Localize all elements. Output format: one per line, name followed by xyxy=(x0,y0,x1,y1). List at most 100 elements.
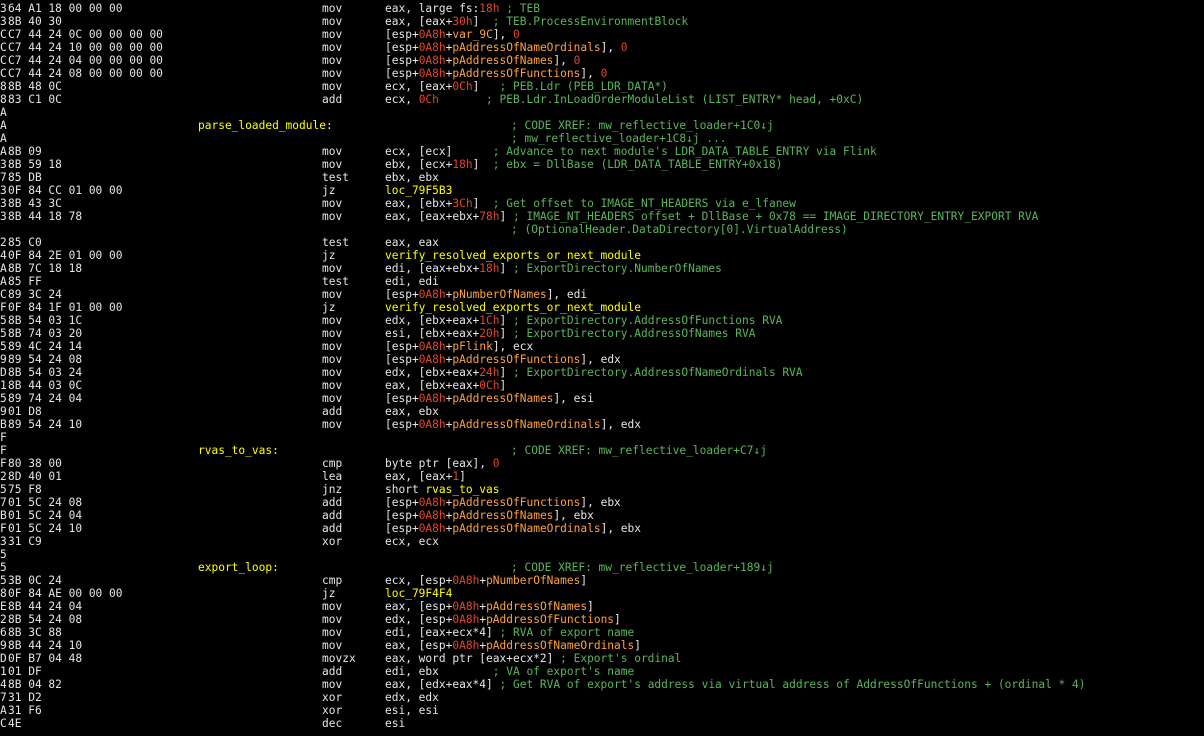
listing-line[interactable]: A xyxy=(0,106,1204,119)
mnemonic: add xyxy=(322,665,343,678)
listing-line[interactable]: 3 8B 43 3C mov eax, [ebx+3Ch] ; Get offset … xyxy=(0,197,1204,210)
listing-line[interactable]: C C7 44 24 10 00 00 00 00 mov [esp+0A8h+pAd… xyxy=(0,41,1204,54)
xref-comment[interactable]: ; CODE XREF: mw_reflective_loader+1C0↓j xyxy=(511,119,774,132)
listing-line[interactable]: 7 01 5C 24 08 add [esp+0A8h+pAddressOfFunct… xyxy=(0,496,1204,509)
listing-line[interactable]: D 8B 54 03 24 mov edx, [ebx+eax+24h] ; Expo… xyxy=(0,366,1204,379)
operand-number: 1Ch xyxy=(479,314,500,327)
listing-line[interactable]: F 80 38 00 cmp byte ptr [eax], 0 xyxy=(0,457,1204,470)
listing-line[interactable]: A 85 FF test edi, edi xyxy=(0,275,1204,288)
operand-variable[interactable]: pAddressOfNameOrdinals xyxy=(452,418,600,431)
operand-variable[interactable]: pNumberOfNames xyxy=(486,574,580,587)
listing-line[interactable]: 5 8B 54 03 1C mov edx, [ebx+eax+1Ch] ; Expo… xyxy=(0,314,1204,327)
listing-line[interactable]: 8 83 C1 0C add ecx, 0Ch ; PEB.Ldr.InLoadOrd… xyxy=(0,93,1204,106)
listing-line[interactable]: 3 8B 59 18 mov ebx, [ecx+18h] ; ebx = DllBa… xyxy=(0,158,1204,171)
xref-comment[interactable]: ; CODE XREF: mw_reflective_loader+189↓j xyxy=(511,561,774,574)
operands: [esp+0A8h+pAddressOfFunctions], ebx xyxy=(385,496,621,509)
operands: eax, word ptr [eax+ecx*2] ; Export's ord… xyxy=(385,652,681,665)
listing-line[interactable]: 3 0F 84 CC 01 00 00 jz loc_79F5B3 xyxy=(0,184,1204,197)
listing-line[interactable]: 3 8B 40 30 mov eax, [eax+30h] ; TEB.Process… xyxy=(0,15,1204,28)
listing-line[interactable]: 5 export_loop: ; CODE XREF: mw_reflective_… xyxy=(0,561,1204,574)
listing-line[interactable]: E 8B 44 24 04 mov eax, [esp+0A8h+pAddressOf… xyxy=(0,600,1204,613)
operand-variable[interactable]: pAddressOfFunctions xyxy=(452,67,580,80)
listing-line[interactable]: 1 8B 44 03 0C mov eax, [ebx+eax+0Ch] xyxy=(0,379,1204,392)
operand-variable[interactable]: pFlink xyxy=(452,340,492,353)
operand-variable[interactable]: pAddressOfFunctions xyxy=(452,353,580,366)
listing-line[interactable]: F xyxy=(0,431,1204,444)
listing-line[interactable]: 2 85 C0 test eax, eax xyxy=(0,236,1204,249)
listing-line[interactable]: F 0F 84 1F 01 00 00 jz verify_resolved_expo… xyxy=(0,301,1204,314)
listing-line[interactable]: 9 89 54 24 08 mov [esp+0A8h+pAddressOfFunct… xyxy=(0,353,1204,366)
operand-number: 78h xyxy=(479,210,500,223)
xref-comment[interactable]: ; CODE XREF: mw_reflective_loader+C7↓j xyxy=(511,444,767,457)
listing-line[interactable]: C C7 44 24 0C 00 00 00 00 mov [esp+0A8h+var… xyxy=(0,28,1204,41)
listing-line[interactable]: 5 3B 0C 24 cmp ecx, [esp+0A8h+pNumberOfName… xyxy=(0,574,1204,587)
listing-line[interactable]: C 89 3C 24 mov [esp+0A8h+pNumberOfNames], e… xyxy=(0,288,1204,301)
address-fragment: C xyxy=(0,28,7,41)
listing-line[interactable]: D 0F B7 04 48 movzx eax, word ptr [eax+ecx*… xyxy=(0,652,1204,665)
code-label[interactable]: rvas_to_vas: xyxy=(198,444,279,457)
operand-variable[interactable]: pAddressOfNames xyxy=(452,509,553,522)
listing-line[interactable]: 8 8B 48 0C mov ecx, [eax+0Ch] ; PEB.Ldr (PE… xyxy=(0,80,1204,93)
listing-line[interactable]: 4 0F 84 2E 01 00 00 jz verify_resolved_expo… xyxy=(0,249,1204,262)
address-fragment: 8 xyxy=(0,587,7,600)
listing-line[interactable]: 7 85 DB test ebx, ebx xyxy=(0,171,1204,184)
operand-variable[interactable]: pNumberOfNames xyxy=(452,288,546,301)
listing-line[interactable]: A 8B 09 mov ecx, [ecx] ; Advance to next mo… xyxy=(0,145,1204,158)
listing-line[interactable]: 7 31 D2 xor edx, edx xyxy=(0,691,1204,704)
listing-line[interactable]: A 31 F6 xor esi, esi xyxy=(0,704,1204,717)
operand-variable[interactable]: var_9C xyxy=(452,28,492,41)
operand-variable[interactable]: pAddressOfFunctions xyxy=(452,496,580,509)
operand-label-ref[interactable]: loc_79F4F4 xyxy=(385,587,452,600)
listing-line[interactable]: 5 89 4C 24 14 mov [esp+0A8h+pFlink], ecx xyxy=(0,340,1204,353)
operand-variable[interactable]: pAddressOfNames xyxy=(452,392,553,405)
operand-number: 0 xyxy=(620,41,628,54)
operand-variable[interactable]: pAddressOfNameOrdinals xyxy=(452,41,600,54)
listing-line[interactable]: 2 8D 40 01 lea eax, [eax+1] xyxy=(0,470,1204,483)
listing-line[interactable]: C 4E dec esi xyxy=(0,717,1204,730)
disassembly-listing[interactable]: 3 64 A1 18 00 00 00 mov eax, large fs:18h ;… xyxy=(0,2,1204,736)
mnemonic: jnz xyxy=(322,483,343,496)
operand-label-ref[interactable]: verify_resolved_exports_or_next_module xyxy=(385,249,641,262)
operand-label-ref[interactable]: rvas_to_vas xyxy=(425,483,499,496)
listing-line[interactable]: 9 8B 44 24 10 mov eax, [esp+0A8h+pAddressOf… xyxy=(0,639,1204,652)
operand-number: 0A8h xyxy=(418,392,446,405)
listing-line[interactable]: B 01 5C 24 04 add [esp+0A8h+pAddressOfNames… xyxy=(0,509,1204,522)
listing-line[interactable]: 5 75 F8 jnz short rvas_to_vas xyxy=(0,483,1204,496)
listing-line[interactable]: F 01 5C 24 10 add [esp+0A8h+pAddressOfNameO… xyxy=(0,522,1204,535)
listing-line[interactable]: 5 8B 74 03 20 mov esi, [ebx+eax+20h] ; Expo… xyxy=(0,327,1204,340)
operand-label-ref[interactable]: verify_resolved_exports_or_next_module xyxy=(385,301,641,314)
operand-text: ] xyxy=(587,600,594,613)
operand-variable[interactable]: pAddressOfNames xyxy=(452,54,553,67)
address-fragment: C xyxy=(0,67,7,80)
code-label[interactable]: parse_loaded_module: xyxy=(198,119,333,132)
listing-line[interactable]: C C7 44 24 08 00 00 00 00 mov [esp+0A8h+pAd… xyxy=(0,67,1204,80)
listing-line[interactable]: 6 8B 3C 88 mov edi, [eax+ecx*4] ; RVA of ex… xyxy=(0,626,1204,639)
listing-line[interactable]: 8 0F 84 AE 00 00 00 jz loc_79F4F4 xyxy=(0,587,1204,600)
listing-line[interactable]: 1 01 DF add edi, ebx ; VA of export's name xyxy=(0,665,1204,678)
listing-line[interactable]: C C7 44 24 04 00 00 00 00 mov [esp+0A8h+pAd… xyxy=(0,54,1204,67)
listing-line[interactable]: 3 64 A1 18 00 00 00 mov eax, large fs:18h ;… xyxy=(0,2,1204,15)
operand-variable[interactable]: pAddressOfNameOrdinals xyxy=(486,639,634,652)
operand-label-ref[interactable]: loc_79F5B3 xyxy=(385,184,452,197)
address-fragment: 5 xyxy=(0,483,7,496)
listing-line[interactable]: 3 31 C9 xor ecx, ecx xyxy=(0,535,1204,548)
listing-line[interactable]: 9 01 D8 add eax, ebx xyxy=(0,405,1204,418)
listing-line[interactable]: A ; mw_reflective_loader+1C8↓j ... xyxy=(0,132,1204,145)
listing-line[interactable]: ; (OptionalHeader.DataDirectory[0].Virtu… xyxy=(0,223,1204,236)
listing-line[interactable]: A 8B 7C 18 18 mov edi, [eax+ebx+18h] ; Expo… xyxy=(0,262,1204,275)
listing-line[interactable]: Frvas_to_vas: ; CODE XREF: mw_reflective_… xyxy=(0,444,1204,457)
code-label[interactable]: export_loop: xyxy=(198,561,279,574)
listing-line[interactable]: 3 8B 44 18 78 mov eax, [eax+ebx+78h] ; IMAG… xyxy=(0,210,1204,223)
operand-variable[interactable]: pAddressOfNameOrdinals xyxy=(452,522,600,535)
listing-line[interactable]: Aparse_loaded_module: ; CODE XREF: mw_ref… xyxy=(0,119,1204,132)
listing-line[interactable]: 2 8B 54 24 08 mov edx, [esp+0A8h+pAddressOf… xyxy=(0,613,1204,626)
listing-line[interactable]: B 89 54 24 10 mov [esp+0A8h+pAddressOfNameO… xyxy=(0,418,1204,431)
opcode-bytes: 0F 84 AE 00 00 00 xyxy=(8,587,123,600)
operand-variable[interactable]: pAddressOfFunctions xyxy=(486,613,614,626)
opcode-bytes: 31 C9 xyxy=(8,535,42,548)
operand-variable[interactable]: pAddressOfNames xyxy=(486,600,587,613)
listing-line[interactable]: 4 8B 04 82 mov eax, [edx+eax*4] ; Get RVA o… xyxy=(0,678,1204,691)
listing-line[interactable]: 5 xyxy=(0,548,1204,561)
listing-line[interactable]: 5 89 74 24 04 mov [esp+0A8h+pAddressOfNames… xyxy=(0,392,1204,405)
xref-comment[interactable]: ; mw_reflective_loader+1C8↓j ... xyxy=(511,132,727,145)
